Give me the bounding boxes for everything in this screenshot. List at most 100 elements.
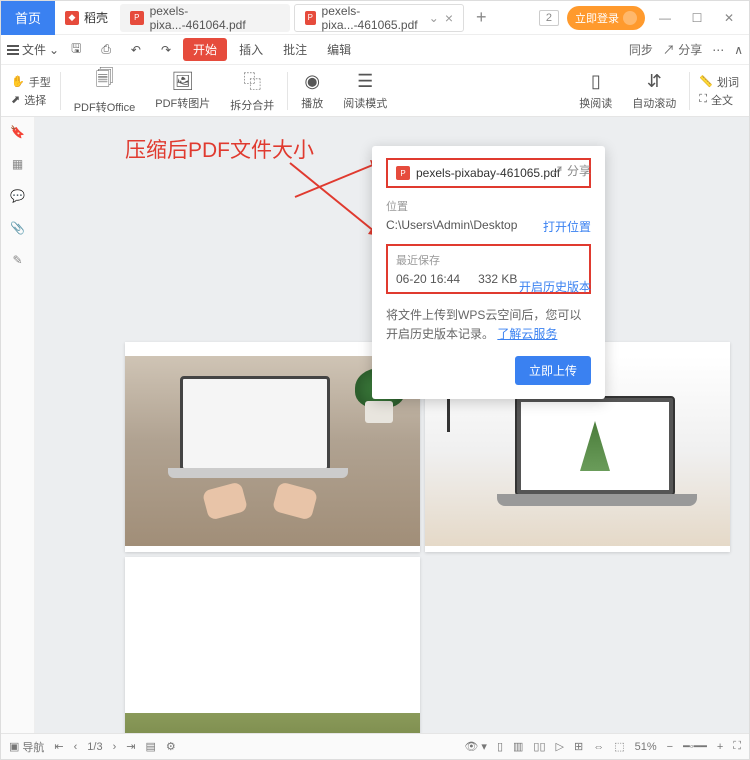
zoom-in-button[interactable]: + <box>717 741 723 753</box>
first-page-button[interactable]: ⇤ <box>54 740 63 753</box>
view-icon[interactable]: 👁 ▾ <box>464 740 487 753</box>
new-tab-button[interactable]: + <box>466 7 497 28</box>
menu-share[interactable]: ↗ 分享 <box>663 41 702 58</box>
open-location-link[interactable]: 打开位置 <box>543 218 591 235</box>
hand-icon: ✋ <box>11 75 25 88</box>
share-button[interactable]: ↗ 分享 <box>552 162 591 179</box>
single-page-icon[interactable]: ▯ <box>497 740 503 753</box>
play-icon: ◉ <box>304 71 320 92</box>
menu-more-icon[interactable]: ⋯ <box>712 43 724 57</box>
left-sidebar: 🔖 ▦ 💬 📎 ✎ <box>1 117 35 733</box>
undo-icon[interactable]: ↶ <box>123 40 149 60</box>
zoom-level[interactable]: 51% <box>635 741 657 753</box>
minimize-button[interactable]: — <box>653 6 677 30</box>
dropdown-icon[interactable]: ⌄ <box>429 11 439 25</box>
last-page-button[interactable]: ⇥ <box>126 740 135 753</box>
thumbnails-icon[interactable]: ▦ <box>12 157 23 171</box>
user-icon <box>623 11 637 25</box>
docker-icon: ◆ <box>65 11 79 25</box>
split-merge[interactable]: ⿻ 拆分合并 <box>220 64 284 117</box>
grid-icon[interactable]: ⊞ <box>574 740 583 753</box>
fit-width-icon[interactable]: ⇔ <box>593 741 604 753</box>
tool-hand-select: ✋手型 ⬈选择 <box>5 72 57 110</box>
pdf-to-office[interactable]: 🗐 PDF转Office <box>64 62 146 119</box>
share-label: 分享 <box>567 164 591 178</box>
next-page-button[interactable]: › <box>113 741 117 753</box>
toolbar-right: ▯ 换阅读 ⇵ 自动滚动 📏 划词 ⛶ 全文 <box>569 67 745 115</box>
app-window: 首页 ◆ 稻壳 P pexels-pixa...-461064.pdf P pe… <box>0 0 750 760</box>
document-canvas[interactable]: 压缩后PDF文件大小 <box>35 117 749 733</box>
docker-tab[interactable]: ◆ 稻壳 <box>55 1 118 35</box>
autoscroll[interactable]: ⇵ 自动滚动 <box>622 67 686 115</box>
menu-expand-icon[interactable]: ∧ <box>734 43 743 57</box>
divider <box>60 72 61 110</box>
menu-insert[interactable]: 插入 <box>231 38 271 61</box>
home-tab[interactable]: 首页 <box>1 1 55 35</box>
attachment-icon[interactable]: 📎 <box>10 221 25 235</box>
file-info-popup: P pexels-pixabay-461065.pdf ↗ 分享 位置 C:\U… <box>372 146 605 399</box>
history-link[interactable]: 开启历史版本 <box>519 278 591 295</box>
titlebar-right: 2 立即登录 — ☐ ✕ <box>539 6 749 30</box>
menu-start[interactable]: 开始 <box>183 38 227 61</box>
scroll-icon: ⇵ <box>647 71 662 92</box>
play-tool[interactable]: ◉ 播放 <box>291 67 333 115</box>
pdf-to-image[interactable]: 🖼 PDF转图片 <box>145 67 220 115</box>
page-3-image <box>125 687 420 733</box>
fullscreen-icon[interactable]: ⛶ <box>733 740 741 753</box>
popup-filename: pexels-pixabay-461065.pdf <box>416 166 560 180</box>
play-label: 播放 <box>301 95 323 111</box>
notification-badge[interactable]: 2 <box>539 10 559 26</box>
continuous-icon[interactable]: ▥ <box>513 740 523 753</box>
titlebar: 首页 ◆ 稻壳 P pexels-pixa...-461064.pdf P pe… <box>1 1 749 35</box>
file-tab-2[interactable]: P pexels-pixa...-461065.pdf ⌄ × <box>294 4 464 32</box>
docker-label: 稻壳 <box>84 9 108 26</box>
book-icon: ☰ <box>357 71 373 92</box>
select-tool[interactable]: ⬈选择 <box>11 92 51 108</box>
split-icon: ⿻ <box>243 68 261 94</box>
login-button[interactable]: 立即登录 <box>567 6 645 30</box>
menubar: 文件 ⌄ 🖫 ⎙ ↶ ↷ 开始 插入 批注 编辑 同步 ↗ 分享 ⋯ ∧ <box>1 35 749 65</box>
pineapple-illustration <box>580 421 610 471</box>
comment-icon[interactable]: 💬 <box>10 189 25 203</box>
fit-page-icon[interactable]: ⬚ <box>614 740 624 753</box>
arrow-icon <box>290 161 385 241</box>
phone-icon: ▯ <box>591 71 601 92</box>
zoom-slider[interactable]: ━◦━━ <box>683 740 707 753</box>
read-mode[interactable]: ☰ 阅读模式 <box>333 67 397 115</box>
pdf-icon: P <box>396 166 410 180</box>
hamburger-menu[interactable]: 文件 ⌄ <box>7 41 59 58</box>
pdf-image-icon: 🖼 <box>171 71 194 92</box>
close-icon[interactable]: × <box>445 10 453 26</box>
edit-icon[interactable]: ✎ <box>12 253 22 267</box>
select-label: 选择 <box>24 92 46 108</box>
save-icon[interactable]: 🖫 <box>63 36 89 63</box>
redo-icon[interactable]: ↷ <box>153 40 179 60</box>
settings-icon[interactable]: ⚙ <box>166 740 176 753</box>
file-tab-2-label: pexels-pixa...-461065.pdf <box>322 4 423 32</box>
menu-sync[interactable]: 同步 <box>629 41 653 58</box>
two-page-icon[interactable]: ▯▯ <box>533 740 545 753</box>
menubar-right: 同步 ↗ 分享 ⋯ ∧ <box>629 41 743 58</box>
file-tab-1[interactable]: P pexels-pixa...-461064.pdf <box>120 4 290 32</box>
hand-tool[interactable]: ✋手型 <box>11 74 51 90</box>
close-button[interactable]: ✕ <box>717 6 741 30</box>
layout-button[interactable]: ▤ <box>145 740 155 753</box>
prev-page-button[interactable]: ‹ <box>74 741 78 753</box>
menu-edit[interactable]: 编辑 <box>319 38 359 61</box>
switch-read[interactable]: ▯ 换阅读 <box>569 67 622 115</box>
nav-toggle[interactable]: ▣ 导航 <box>9 739 44 755</box>
upload-button[interactable]: 立即上传 <box>515 356 591 385</box>
play-button[interactable]: ▷ <box>556 740 564 753</box>
zoom-out-button[interactable]: − <box>667 741 673 753</box>
page-indicator[interactable]: 1/3 <box>87 741 102 753</box>
maximize-button[interactable]: ☐ <box>685 6 709 30</box>
print-icon[interactable]: ⎙ <box>93 39 119 60</box>
fullscreen-label: 全文 <box>711 92 733 108</box>
fullscreen-tool[interactable]: ⛶ 全文 <box>699 92 739 108</box>
cloud-service-link[interactable]: 了解云服务 <box>497 327 557 341</box>
tool-text-group: 📏 划词 ⛶ 全文 <box>693 72 745 110</box>
pdf-office-label: PDF转Office <box>74 99 136 115</box>
menu-annotate[interactable]: 批注 <box>275 38 315 61</box>
bookmark-icon[interactable]: 🔖 <box>10 125 25 139</box>
underline-tool[interactable]: 📏 划词 <box>699 74 739 90</box>
